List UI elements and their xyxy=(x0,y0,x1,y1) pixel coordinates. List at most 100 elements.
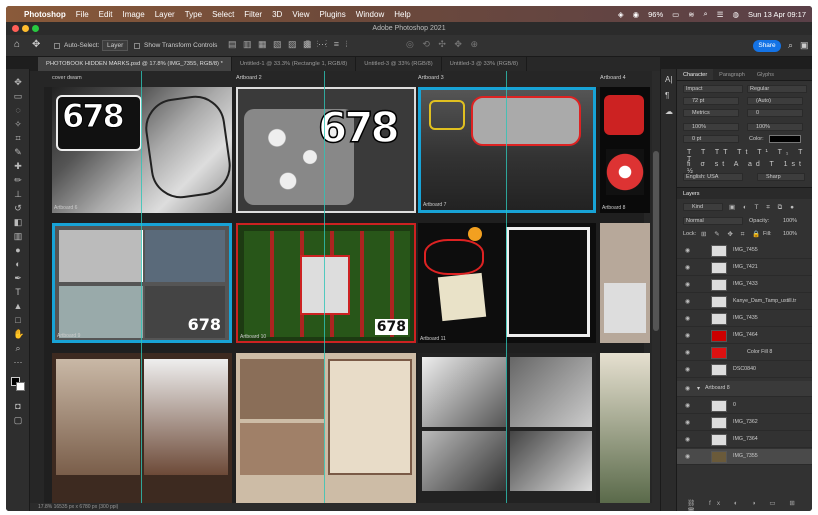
visibility-eye-icon[interactable]: ◉ xyxy=(685,298,693,305)
crop-tool-icon[interactable]: ⌗ xyxy=(13,133,23,143)
move-tool-icon[interactable]: ✥ xyxy=(13,77,23,87)
gradient-tool-icon[interactable]: ▥ xyxy=(13,231,23,241)
menu-image[interactable]: Image xyxy=(122,10,144,19)
artboard-2-image[interactable]: 678 xyxy=(236,87,416,213)
visibility-eye-icon[interactable]: ◉ xyxy=(685,385,693,392)
artboard-3-image[interactable]: Artboard 7 xyxy=(418,87,596,213)
artboard-9-image[interactable]: 678 Artboard 9 xyxy=(52,223,232,343)
visibility-eye-icon[interactable]: ◉ xyxy=(685,264,693,271)
record-icon[interactable]: ◉ xyxy=(633,10,640,19)
guide-line[interactable] xyxy=(141,71,142,511)
libraries-panel-icon[interactable]: ☁ xyxy=(665,107,673,116)
paragraph-panel-icon[interactable]: ¶ xyxy=(665,91,669,100)
control-center-icon[interactable]: ☰ xyxy=(717,10,724,19)
auto-select-dropdown[interactable]: Layer xyxy=(102,40,129,51)
vertical-scale-field[interactable]: 100% xyxy=(683,123,739,131)
artboard-16-image[interactable] xyxy=(600,353,650,503)
menu-help[interactable]: Help xyxy=(394,10,410,19)
zoom-tool-icon[interactable]: ⌕ xyxy=(13,343,23,353)
artboard-10-image[interactable]: 678 Artboard 10 xyxy=(236,223,416,343)
artboard-13-image[interactable] xyxy=(52,353,232,503)
visibility-eye-icon[interactable]: ◉ xyxy=(685,332,693,339)
menu-layer[interactable]: Layer xyxy=(155,10,175,19)
artboard-11-image[interactable]: Artboard 11 xyxy=(418,223,596,343)
background-color-swatch[interactable] xyxy=(16,382,25,391)
close-window-button[interactable] xyxy=(12,25,19,32)
visibility-eye-icon[interactable]: ◉ xyxy=(685,281,693,288)
layer-row[interactable]: ◉ IMG_7364 xyxy=(677,432,812,448)
eyedropper-tool-icon[interactable]: ✎ xyxy=(13,147,23,157)
vertical-scrollbar[interactable] xyxy=(652,71,660,511)
3d-mode-icons[interactable]: ◎ ⟲ ✣ ✥ ⊕ xyxy=(406,39,481,50)
visibility-eye-icon[interactable]: ◉ xyxy=(685,247,693,254)
more-tools-icon[interactable]: ⋯ xyxy=(13,357,23,367)
tab-photobook[interactable]: PHOTOBOOK HIDDEN MARKS.psd @ 17.8% (IMG_… xyxy=(38,57,232,71)
tab-glyphs[interactable]: Glyphs xyxy=(751,69,780,80)
menu-3d[interactable]: 3D xyxy=(272,10,282,19)
wifi-icon[interactable]: ≋ xyxy=(688,10,694,19)
font-family-select[interactable]: Impact xyxy=(683,85,743,93)
zoom-window-button[interactable] xyxy=(32,25,39,32)
tab-untitled-1[interactable]: Untitled-1 @ 33.3% (Rectangle 1, RGB/8) xyxy=(232,57,357,71)
menu-window[interactable]: Window xyxy=(356,10,384,19)
layer-filter-icons[interactable]: ▣ ◐ T ⌗ ⧉ ● xyxy=(729,203,797,212)
menu-plugins[interactable]: Plugins xyxy=(320,10,346,19)
guide-line[interactable] xyxy=(506,71,507,511)
baseline-shift-field[interactable]: 0 pt xyxy=(683,135,739,143)
auto-select-checkbox[interactable] xyxy=(54,43,60,49)
language-select[interactable]: English: USA xyxy=(683,173,743,181)
artboard-label-4[interactable]: Artboard 4 xyxy=(600,75,626,81)
layers-footer-icons[interactable]: ⛓ fx ◐ ◑ ▭ ⊞ 🗑 xyxy=(687,499,812,511)
character-panel-icon[interactable]: A| xyxy=(665,75,672,84)
disclosure-chevron-icon[interactable]: ▾ xyxy=(697,385,700,392)
lock-icons[interactable]: ⊞ ✎ ✥ ⌗ 🔒 xyxy=(701,230,763,239)
history-brush-tool-icon[interactable]: ↺ xyxy=(13,203,23,213)
layer-row[interactable]: ◉ IMG_7464 xyxy=(677,328,812,344)
show-transform-checkbox[interactable] xyxy=(134,43,140,49)
type-tool-icon[interactable]: T xyxy=(13,287,23,297)
artboard-label-2[interactable]: Artboard 2 xyxy=(236,75,262,81)
layer-row[interactable]: ◉ Color Fill 8 xyxy=(677,345,812,361)
canvas-area[interactable]: cover dwam Artboard 2 Artboard 3 Artboar… xyxy=(30,71,652,511)
menu-filter[interactable]: Filter xyxy=(244,10,262,19)
lasso-tool-icon[interactable]: ◌ xyxy=(13,105,23,115)
artboard-15-image[interactable] xyxy=(418,353,596,503)
clone-stamp-tool-icon[interactable]: ⊥ xyxy=(13,189,23,199)
tracking-field[interactable]: 0 xyxy=(747,109,803,117)
path-selection-tool-icon[interactable]: ▲ xyxy=(13,301,23,311)
kerning-field[interactable]: Metrics xyxy=(683,109,739,117)
home-icon[interactable]: ⌂ xyxy=(14,39,20,50)
anti-alias-select[interactable]: Sharp xyxy=(757,173,805,181)
horizontal-scale-field[interactable]: 100% xyxy=(747,123,803,131)
tab-paragraph[interactable]: Paragraph xyxy=(713,69,751,80)
fill-value[interactable]: 100% xyxy=(783,231,797,237)
artboard-group-row[interactable]: ◉ ▾ Artboard 8 xyxy=(677,381,812,397)
artboard-label-3[interactable]: Artboard 3 xyxy=(418,75,444,81)
layer-row[interactable]: ◉ 0 xyxy=(677,398,812,414)
dodge-tool-icon[interactable]: ◐ xyxy=(13,259,23,269)
layer-row[interactable]: ◉ IMG_7455 xyxy=(677,243,812,259)
text-color-swatch[interactable] xyxy=(769,135,801,143)
tab-untitled-3a[interactable]: Untitled-3 @ 33% (RGB/8) xyxy=(356,57,442,71)
quick-mask-icon[interactable]: ◘ xyxy=(13,401,23,411)
artboard-tool-icon[interactable]: ▭ xyxy=(13,91,23,101)
scrollbar-thumb[interactable] xyxy=(653,151,659,331)
artboard-12-image[interactable] xyxy=(600,223,650,343)
distribute-icons[interactable]: ⫴ ⫶ ⋮ ≡ ⦙ xyxy=(306,39,350,50)
visibility-eye-icon[interactable]: ◉ xyxy=(685,315,693,322)
siri-icon[interactable]: ◍ xyxy=(732,10,739,19)
visibility-eye-icon[interactable]: ◉ xyxy=(685,436,693,443)
layer-row[interactable]: ◉ IMG_7433 xyxy=(677,277,812,293)
visibility-eye-icon[interactable]: ◉ xyxy=(685,349,693,356)
menu-file[interactable]: File xyxy=(76,10,89,19)
visibility-eye-icon[interactable]: ◉ xyxy=(685,366,693,373)
layer-row[interactable]: ◉ IMG_7435 xyxy=(677,311,812,327)
hand-tool-icon[interactable]: ✋ xyxy=(13,329,24,339)
brush-tool-icon[interactable]: ✏ xyxy=(13,175,23,185)
share-button[interactable]: Share xyxy=(753,40,781,52)
layer-row[interactable]: ◉ Kanye_Dam_Tamp_ustill.tr xyxy=(677,294,812,310)
visibility-eye-icon[interactable]: ◉ xyxy=(685,402,693,409)
blur-tool-icon[interactable]: ● xyxy=(13,245,23,255)
menu-type[interactable]: Type xyxy=(185,10,202,19)
healing-brush-tool-icon[interactable]: ✚ xyxy=(13,161,23,171)
